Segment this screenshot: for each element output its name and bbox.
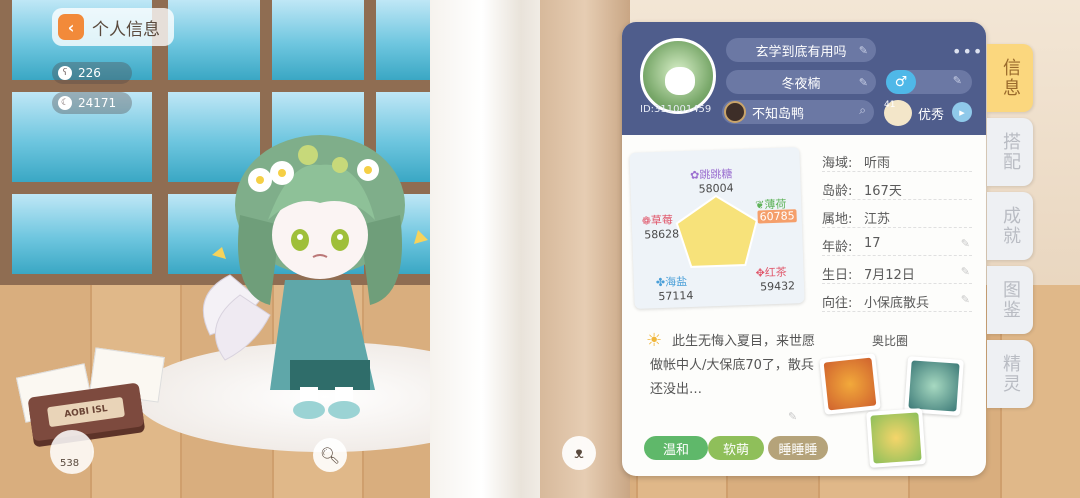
arrow-right-icon[interactable]: ▸	[952, 102, 972, 122]
beige-curtain	[540, 0, 630, 498]
info-row-age[interactable]: 年龄: 17 ✎	[822, 234, 972, 256]
tab-spirits[interactable]: 精灵	[987, 340, 1033, 408]
level-number: 41	[884, 100, 896, 110]
stats-radar-card: ✿跳跳糖 58004 ❦薄荷 60785 ❁草莓 58628 ✤海盐 57114…	[629, 147, 805, 309]
stat-value: 58004	[698, 181, 734, 196]
stat-value: 58628	[643, 227, 680, 242]
stat-value: 57114	[658, 288, 694, 304]
tab-outfit[interactable]: 搭配	[987, 118, 1033, 186]
tag: 温和	[644, 436, 708, 460]
stat-name: ❁草莓	[641, 213, 674, 228]
info-row-sea: 海域: 听雨	[822, 150, 972, 172]
stat-name: ✥红茶	[755, 265, 788, 280]
pencil-icon[interactable]: ✎	[859, 76, 868, 89]
chevron-left-icon: ‹	[58, 14, 84, 40]
back-button[interactable]: ‹ 个人信息	[52, 8, 174, 46]
currency-moon: ☾ 24171	[52, 92, 132, 114]
moon-icon: ☾	[58, 96, 72, 110]
paw-face-icon: ᴥ	[574, 443, 584, 462]
nickname-text: 冬夜楠	[781, 76, 821, 92]
bear-head-icon: ʕ	[58, 66, 72, 80]
info-row-birthday[interactable]: 生日: 7月12日 ✎	[822, 262, 972, 284]
obi-photo[interactable]	[819, 353, 881, 415]
page-title: 个人信息	[92, 19, 160, 40]
profile-header: ID:311001459 玄学到底有用吗 ✎ ••• 冬夜楠 ✎ ♂ ✎ 不知岛…	[622, 22, 986, 135]
player-id: ID:311001459	[640, 104, 712, 115]
stat-name: ✤海盐	[655, 275, 688, 290]
nickname-field[interactable]: 冬夜楠 ✎	[726, 70, 876, 94]
pencil-icon[interactable]: ✎	[961, 237, 970, 250]
info-row-island-age: 岛龄: 167天	[822, 178, 972, 200]
pet-count: 538	[60, 458, 80, 469]
zoom-button[interactable]: 🔍︎	[313, 438, 347, 472]
pencil-icon[interactable]: ✎	[953, 74, 962, 87]
stat-name: ✿跳跳糖	[689, 167, 733, 182]
gender-field[interactable]: ♂ ✎	[886, 70, 972, 94]
avatar[interactable]	[640, 38, 716, 114]
currency-bear: ʕ 226	[52, 62, 132, 84]
tab-collection[interactable]: 图鉴	[987, 266, 1033, 334]
info-row-location: 属地: 江苏	[822, 206, 972, 228]
obi-photo[interactable]	[866, 408, 926, 468]
more-options-icon[interactable]: •••	[952, 42, 983, 61]
obi-circle-title: 奥比圈	[872, 334, 909, 348]
player-character[interactable]	[200, 125, 460, 425]
search-icon[interactable]: ⌕	[859, 103, 866, 118]
info-row-aspiration[interactable]: 向往: 小保底散兵 ✎	[822, 290, 972, 312]
pencil-icon[interactable]: ✎	[961, 265, 970, 278]
obi-photo[interactable]	[904, 356, 964, 416]
tag: 睡睡睡	[768, 436, 828, 460]
pencil-icon[interactable]: ✎	[788, 410, 797, 423]
tag: 软萌	[708, 436, 764, 460]
stat-value: 59432	[759, 279, 796, 294]
currency-value: 226	[78, 66, 101, 80]
island-emblem-icon	[724, 101, 746, 123]
bio-text[interactable]: 此生无悔入夏目，来世愿做帐中人/大保底70了，散兵还没出…	[650, 330, 815, 402]
pencil-icon[interactable]: ✎	[859, 44, 868, 57]
rating-text: 优秀	[918, 108, 945, 123]
search-icon: 🔍︎	[319, 445, 341, 465]
currency-value: 24171	[78, 96, 117, 110]
pencil-icon[interactable]: ✎	[961, 293, 970, 306]
pet-face-button[interactable]: ᴥ	[562, 436, 596, 470]
island-field[interactable]: 不知岛鸭 ⌕	[722, 100, 874, 124]
book-label: AOBI ISL	[46, 396, 126, 428]
tab-info[interactable]: 信息	[987, 44, 1033, 112]
island-name: 不知岛鸭	[752, 106, 805, 122]
signature-text: 玄学到底有用吗	[755, 44, 847, 60]
tab-achievements[interactable]: 成就	[987, 192, 1033, 260]
stat-value: 60785	[757, 209, 797, 224]
signature-field[interactable]: 玄学到底有用吗 ✎	[726, 38, 876, 62]
profile-panel: ID:311001459 玄学到底有用吗 ✎ ••• 冬夜楠 ✎ ♂ ✎ 不知岛…	[622, 22, 986, 476]
male-icon: ♂	[886, 70, 916, 94]
